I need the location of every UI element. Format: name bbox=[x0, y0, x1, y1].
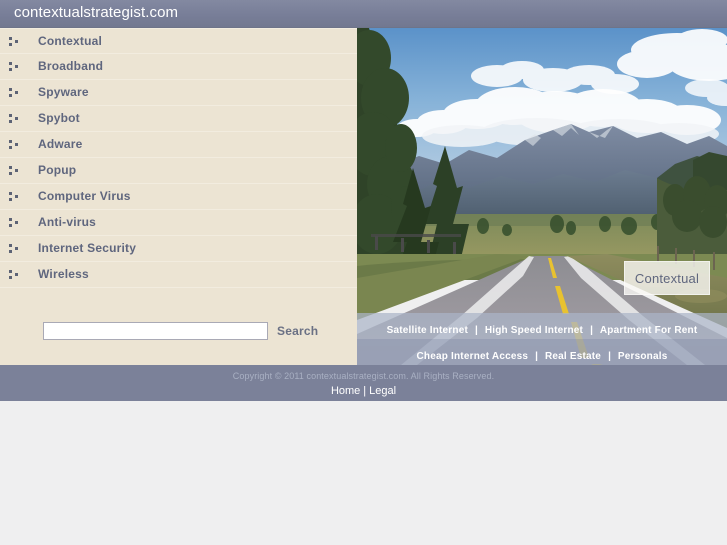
footer-links: Home | Legal bbox=[0, 385, 727, 397]
footer-link-legal[interactable]: Legal bbox=[369, 385, 396, 397]
sidebar-item-label: Popup bbox=[38, 163, 77, 177]
hero-link-apartment-for-rent[interactable]: Apartment For Rent bbox=[600, 325, 698, 336]
sidebar-item-label: Wireless bbox=[38, 267, 89, 281]
three-dot-bullet-icon bbox=[9, 114, 20, 124]
sidebar-item-wireless[interactable]: Wireless bbox=[0, 262, 357, 288]
sidebar-item-computer-virus[interactable]: Computer Virus bbox=[0, 184, 357, 210]
sidebar-item-adware[interactable]: Adware bbox=[0, 132, 357, 158]
sidebar-item-label: Adware bbox=[38, 137, 83, 151]
sidebar: Contextual Broadband Spyware Spybot Adware Po… bbox=[0, 28, 357, 365]
sidebar-item-anti-virus[interactable]: Anti-virus bbox=[0, 210, 357, 236]
link-separator: | bbox=[608, 351, 611, 362]
hero-linkbar-row-2: Cheap Internet Access | Real Estate | Person… bbox=[357, 339, 727, 365]
contextual-overlay-box: Contextual bbox=[624, 261, 710, 295]
site-header: contextualstrategist.com bbox=[0, 0, 727, 28]
sidebar-item-label: Internet Security bbox=[38, 241, 137, 255]
three-dot-bullet-icon bbox=[9, 244, 20, 254]
three-dot-bullet-icon bbox=[9, 62, 20, 72]
sidebar-item-popup[interactable]: Popup bbox=[0, 158, 357, 184]
link-separator: | bbox=[535, 351, 538, 362]
three-dot-bullet-icon bbox=[9, 192, 20, 202]
three-dot-bullet-icon bbox=[9, 218, 20, 228]
search-input[interactable] bbox=[43, 322, 268, 340]
main-content: Contextual Broadband Spyware Spybot Adware Po… bbox=[0, 28, 727, 365]
footer-link-separator: | bbox=[363, 385, 367, 397]
hero-link-real-estate[interactable]: Real Estate bbox=[545, 351, 601, 362]
sidebar-item-label: Anti-virus bbox=[38, 215, 97, 229]
sidebar-item-label: Contextual bbox=[38, 34, 103, 48]
sidebar-item-label: Spybot bbox=[38, 111, 80, 125]
hero-link-satellite-internet[interactable]: Satellite Internet bbox=[387, 325, 468, 336]
site-footer: Copyright © 2011 contextualstrategist.co… bbox=[0, 365, 727, 401]
page-root: contextualstrategist.com Contextual Broad… bbox=[0, 0, 727, 545]
search-button[interactable]: Search bbox=[277, 324, 318, 338]
sidebar-item-label: Spyware bbox=[38, 85, 89, 99]
link-separator: | bbox=[590, 325, 593, 336]
contextual-overlay-label: Contextual bbox=[634, 270, 700, 286]
copyright-text: Copyright © 2011 contextualstrategist.co… bbox=[232, 371, 495, 381]
sidebar-item-label: Broadband bbox=[38, 59, 104, 73]
three-dot-bullet-icon bbox=[9, 88, 20, 98]
sidebar-item-internet-security[interactable]: Internet Security bbox=[0, 236, 357, 262]
sidebar-item-broadband[interactable]: Broadband bbox=[0, 54, 357, 80]
site-title: contextualstrategist.com bbox=[14, 4, 179, 21]
sidebar-item-spyware[interactable]: Spyware bbox=[0, 80, 357, 106]
hero-link-personals[interactable]: Personals bbox=[618, 351, 668, 362]
three-dot-bullet-icon bbox=[9, 270, 20, 280]
link-separator: | bbox=[475, 325, 478, 336]
sidebar-item-spybot[interactable]: Spybot bbox=[0, 106, 357, 132]
three-dot-bullet-icon bbox=[9, 166, 20, 176]
sidebar-item-contextual[interactable]: Contextual bbox=[0, 28, 357, 54]
hero-link-cheap-internet-access[interactable]: Cheap Internet Access bbox=[416, 351, 528, 362]
three-dot-bullet-icon bbox=[9, 140, 20, 150]
sidebar-nav-list: Contextual Broadband Spyware Spybot Adware Po… bbox=[0, 28, 357, 288]
three-dot-bullet-icon bbox=[9, 37, 20, 47]
hero-photo-panel: Contextual Satellite Internet | High Speed… bbox=[357, 28, 727, 365]
hero-linkbar-row-1: Satellite Internet | High Speed Internet | A… bbox=[357, 313, 727, 339]
hero-link-high-speed-internet[interactable]: High Speed Internet bbox=[485, 325, 583, 336]
sidebar-item-label: Computer Virus bbox=[38, 189, 131, 203]
search-row: Search bbox=[0, 316, 357, 365]
footer-link-home[interactable]: Home bbox=[331, 385, 360, 397]
